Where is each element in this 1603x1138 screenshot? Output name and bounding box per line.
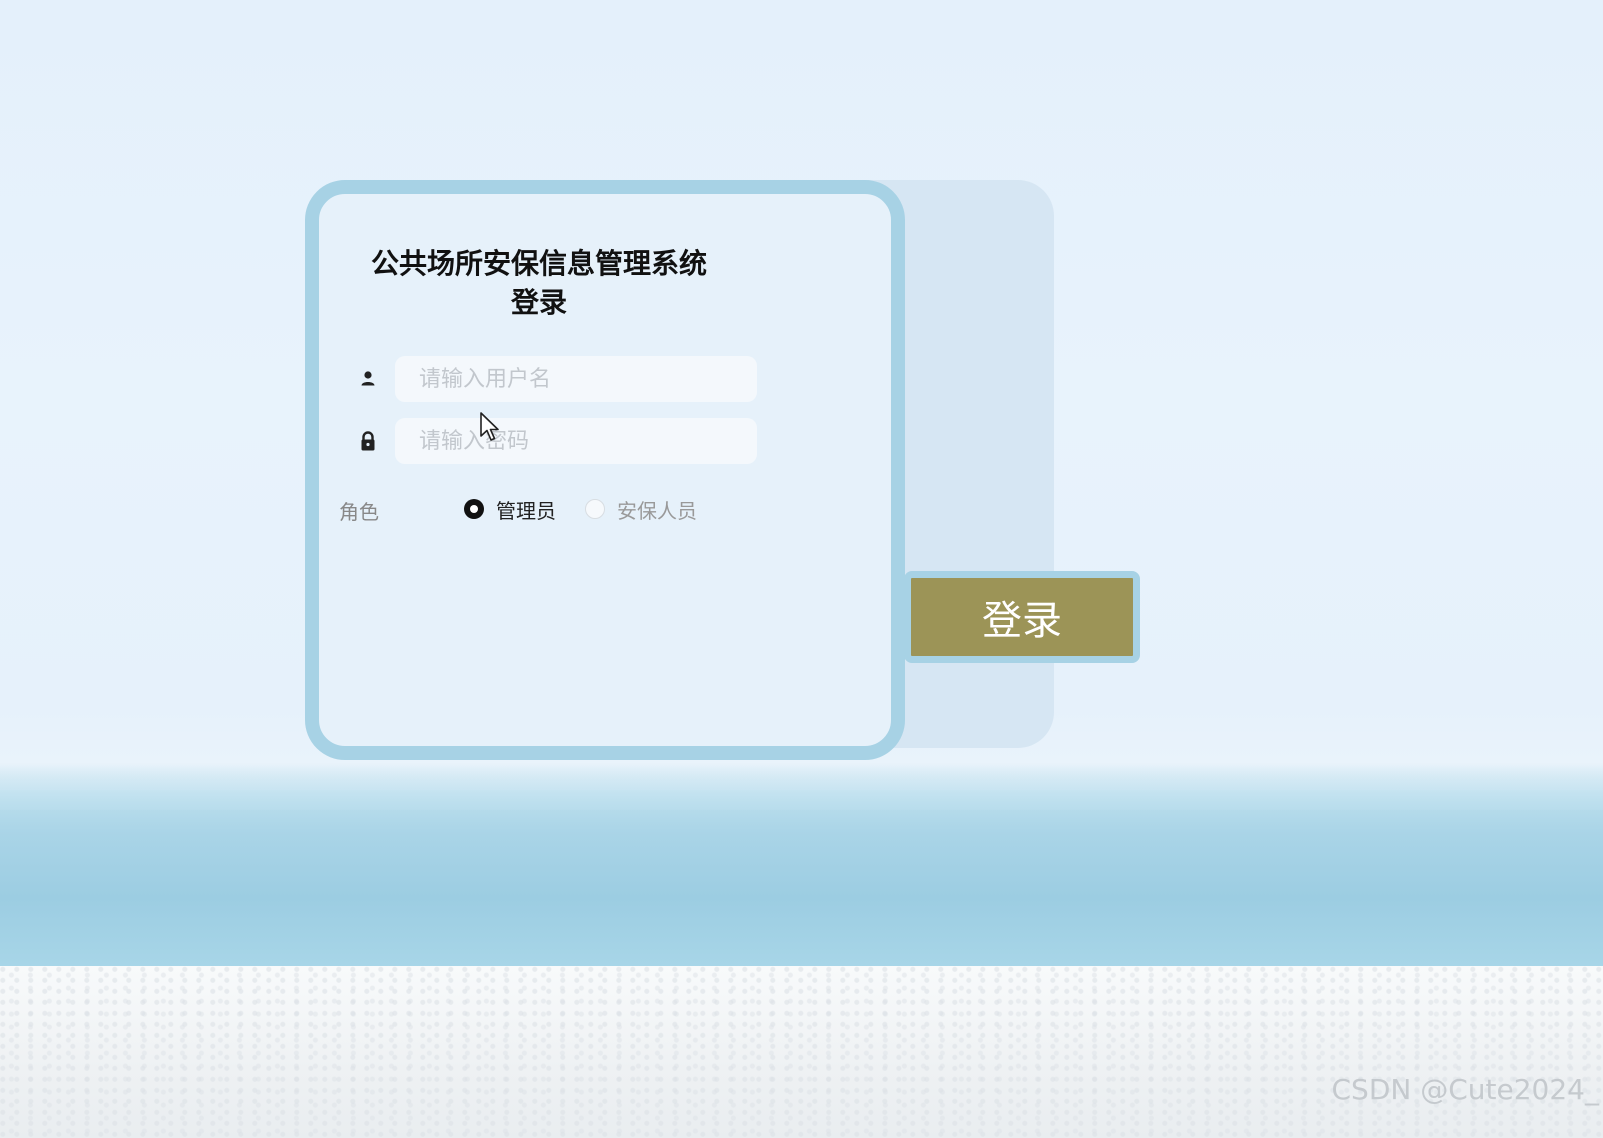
login-card: 公共场所安保信息管理系统 登录 角色 管理员 [305,180,905,760]
role-label: 角色 [339,500,379,524]
login-title: 公共场所安保信息管理系统 登录 [369,244,709,322]
admin-radio-label: 管理员 [496,498,556,523]
password-input[interactable] [395,418,757,464]
watermark: CSDN @Cute2024_ [1331,1073,1600,1106]
password-row [339,418,757,464]
login-subtitle: 登录 [510,286,567,319]
system-title: 公共场所安保信息管理系统 [370,247,707,280]
username-row [339,356,757,402]
lock-icon [361,431,375,451]
role-option-security[interactable]: 安保人员 [585,494,697,524]
mouse-cursor-icon [480,412,499,441]
login-button[interactable]: 登录 [904,571,1140,663]
username-input[interactable] [395,356,757,402]
security-staff-radio-label: 安保人员 [617,498,697,523]
background-sea [0,790,1603,970]
user-icon [361,371,375,386]
security-staff-radio[interactable] [585,499,605,519]
admin-radio[interactable] [464,499,484,519]
login-page: 公共场所安保信息管理系统 登录 角色 管理员 [0,0,1603,1138]
role-selector: 角色 管理员 安保人员 [339,494,759,525]
role-option-admin[interactable]: 管理员 [464,494,556,524]
background-sand [0,966,1603,1138]
